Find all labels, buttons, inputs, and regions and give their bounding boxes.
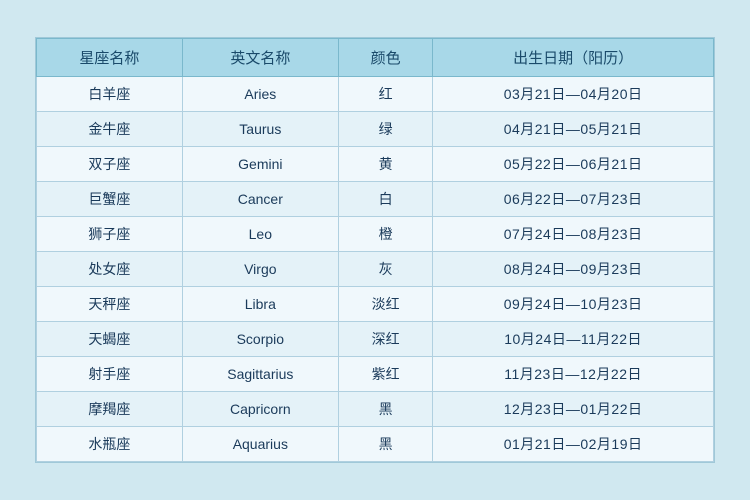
cell-r9-c0: 摩羯座: [37, 392, 183, 427]
cell-r6-c3: 09月24日—10月23日: [433, 287, 714, 322]
cell-r5-c2: 灰: [338, 252, 432, 287]
cell-r5-c1: Virgo: [182, 252, 338, 287]
table-row: 白羊座Aries红03月21日—04月20日: [37, 77, 714, 112]
cell-r3-c0: 巨蟹座: [37, 182, 183, 217]
table-row: 射手座Sagittarius紫红11月23日—12月22日: [37, 357, 714, 392]
cell-r8-c2: 紫红: [338, 357, 432, 392]
table-row: 水瓶座Aquarius黑01月21日—02月19日: [37, 427, 714, 462]
table-row: 处女座Virgo灰08月24日—09月23日: [37, 252, 714, 287]
cell-r1-c1: Taurus: [182, 112, 338, 147]
cell-r5-c0: 处女座: [37, 252, 183, 287]
zodiac-table-container: 星座名称 英文名称 颜色 出生日期（阳历） 白羊座Aries红03月21日—04…: [35, 37, 715, 463]
cell-r2-c0: 双子座: [37, 147, 183, 182]
table-row: 狮子座Leo橙07月24日—08月23日: [37, 217, 714, 252]
cell-r1-c0: 金牛座: [37, 112, 183, 147]
cell-r0-c0: 白羊座: [37, 77, 183, 112]
col-header-date: 出生日期（阳历）: [433, 39, 714, 77]
cell-r3-c1: Cancer: [182, 182, 338, 217]
cell-r8-c1: Sagittarius: [182, 357, 338, 392]
cell-r6-c2: 淡红: [338, 287, 432, 322]
cell-r9-c1: Capricorn: [182, 392, 338, 427]
cell-r5-c3: 08月24日—09月23日: [433, 252, 714, 287]
cell-r4-c1: Leo: [182, 217, 338, 252]
cell-r4-c0: 狮子座: [37, 217, 183, 252]
cell-r4-c2: 橙: [338, 217, 432, 252]
cell-r1-c2: 绿: [338, 112, 432, 147]
cell-r7-c1: Scorpio: [182, 322, 338, 357]
table-row: 天蝎座Scorpio深红10月24日—11月22日: [37, 322, 714, 357]
cell-r2-c1: Gemini: [182, 147, 338, 182]
table-row: 天秤座Libra淡红09月24日—10月23日: [37, 287, 714, 322]
cell-r7-c2: 深红: [338, 322, 432, 357]
cell-r7-c3: 10月24日—11月22日: [433, 322, 714, 357]
table-row: 巨蟹座Cancer白06月22日—07月23日: [37, 182, 714, 217]
cell-r6-c1: Libra: [182, 287, 338, 322]
cell-r10-c2: 黑: [338, 427, 432, 462]
table-row: 摩羯座Capricorn黑12月23日—01月22日: [37, 392, 714, 427]
cell-r0-c3: 03月21日—04月20日: [433, 77, 714, 112]
cell-r8-c0: 射手座: [37, 357, 183, 392]
cell-r7-c0: 天蝎座: [37, 322, 183, 357]
cell-r10-c0: 水瓶座: [37, 427, 183, 462]
cell-r9-c3: 12月23日—01月22日: [433, 392, 714, 427]
cell-r3-c3: 06月22日—07月23日: [433, 182, 714, 217]
cell-r3-c2: 白: [338, 182, 432, 217]
cell-r0-c2: 红: [338, 77, 432, 112]
cell-r10-c3: 01月21日—02月19日: [433, 427, 714, 462]
table-row: 金牛座Taurus绿04月21日—05月21日: [37, 112, 714, 147]
col-header-chinese-name: 星座名称: [37, 39, 183, 77]
zodiac-table: 星座名称 英文名称 颜色 出生日期（阳历） 白羊座Aries红03月21日—04…: [36, 38, 714, 462]
cell-r9-c2: 黑: [338, 392, 432, 427]
table-header-row: 星座名称 英文名称 颜色 出生日期（阳历）: [37, 39, 714, 77]
col-header-color: 颜色: [338, 39, 432, 77]
cell-r2-c3: 05月22日—06月21日: [433, 147, 714, 182]
cell-r1-c3: 04月21日—05月21日: [433, 112, 714, 147]
cell-r8-c3: 11月23日—12月22日: [433, 357, 714, 392]
col-header-english-name: 英文名称: [182, 39, 338, 77]
cell-r4-c3: 07月24日—08月23日: [433, 217, 714, 252]
cell-r6-c0: 天秤座: [37, 287, 183, 322]
cell-r10-c1: Aquarius: [182, 427, 338, 462]
cell-r0-c1: Aries: [182, 77, 338, 112]
cell-r2-c2: 黄: [338, 147, 432, 182]
table-row: 双子座Gemini黄05月22日—06月21日: [37, 147, 714, 182]
